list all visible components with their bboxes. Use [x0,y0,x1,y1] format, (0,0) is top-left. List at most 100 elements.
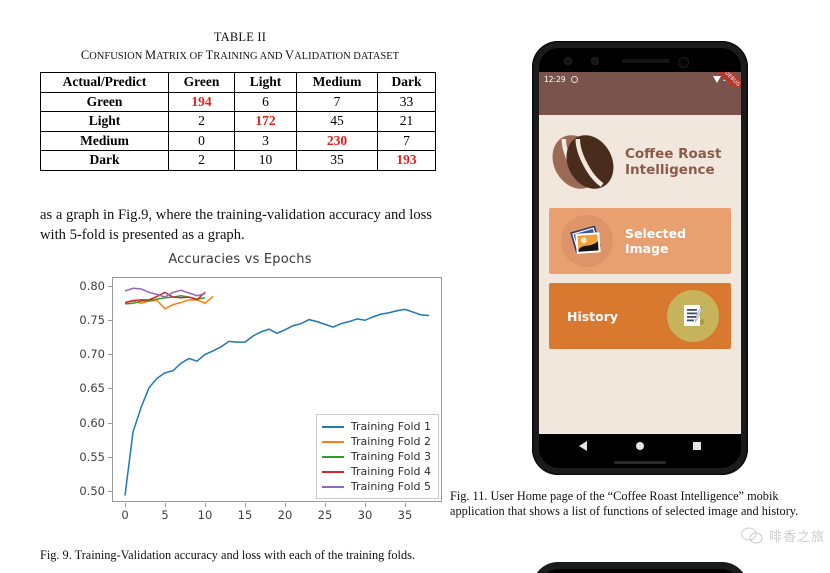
legend-item: Training Fold 2 [321,434,431,449]
watermark-text: 啡香之旅 [768,530,825,545]
table-cell: 7 [296,91,378,112]
table-number: TABLE II [213,30,267,44]
legend-label: Training Fold 2 [350,435,431,448]
wifi-icon [713,76,722,83]
legend-item: Training Fold 4 [321,464,431,479]
back-icon[interactable] [579,441,588,451]
phone-inner: 12:29 4 DEBUG [539,48,741,468]
table-header-cell: Medium [296,72,378,93]
right-column: 12:29 4 DEBUG [450,0,830,573]
chart-x-tick-mark [285,503,286,507]
table-cell: 2 [168,150,235,171]
legend-label: Training Fold 1 [350,420,431,433]
chart-x-tick-label: 30 [357,508,373,522]
selected-image-label: Selected Image [625,226,686,256]
figure-9-caption: Fig. 9. Training-Validation accuracy and… [40,548,415,562]
chart-y-tick-label: 0.55 [79,449,105,464]
front-camera-icon [679,57,688,67]
body-paragraph: as a graph in Fig.9, where the training-… [40,206,432,244]
table-caption: TABLE II CONFUSION MATRIX OF TRAINING AN… [40,30,440,63]
nav-buttons [539,434,741,458]
table-title-sc1: ONFUSION [89,51,145,62]
chart-x-tick-label: 5 [161,508,169,522]
chart-legend: Training Fold 1 Training Fold 2 Training F… [315,414,439,499]
table-cell: 21 [377,111,436,132]
table-cell: 0 [168,130,235,151]
figure-11-caption: Fig. 11. User Home page of the “Coffee R… [450,489,830,519]
second-phone-inner [539,569,741,573]
recents-icon[interactable] [692,442,701,450]
legend-color-swatch [321,455,344,458]
chart-x-tick-label: 0 [121,508,129,522]
proximity-sensor-icon [564,57,572,65]
table-cell: 7 [377,130,436,151]
legend-item: Training Fold 1 [321,419,431,434]
table-title: CONFUSION MATRIX OF TRAINING AND VALIDAT… [80,48,400,62]
app-title-line2: Intelligence [625,162,715,178]
chart-y-tick-label: 0.70 [79,347,105,362]
table-row: Medium 0 3 230 7 [40,130,436,151]
wechat-watermark: 啡香之旅 [741,526,825,545]
legend-item: Training Fold 5 [321,479,431,494]
history-card[interactable]: History [549,283,731,349]
table-row: Dark 2 10 35 193 [40,150,436,171]
phone-mockup: 12:29 4 DEBUG [532,41,748,475]
legend-label: Training Fold 3 [350,450,431,463]
earpiece-speaker [622,59,670,63]
table-row: Green 194 6 7 33 [40,91,436,112]
document-quill-icon [684,304,704,326]
chart-x-tick-mark [365,503,366,507]
phone-bottom-speaker [614,461,666,464]
table-row-label: Dark [40,150,169,171]
table-header-row: Actual/Predict Green Light Medium Dark [40,72,436,93]
left-column: TABLE II CONFUSION MATRIX OF TRAINING AN… [40,0,442,573]
table-header-cell: Actual/Predict [40,72,169,93]
chart-x-tick-label: 20 [277,508,293,522]
legend-label: Training Fold 5 [350,480,431,493]
chart-y-tick-label: 0.50 [79,483,105,498]
table-row-label: Light [40,111,169,132]
table-cell: 45 [296,111,378,132]
chart-x-tick-label: 25 [317,508,333,522]
history-icon-circle [667,290,719,342]
chart-x-tick-label: 35 [397,508,413,522]
table-row: Light 2 172 45 21 [40,111,436,132]
chart-x-tick-mark [405,503,406,507]
selected-image-card[interactable]: Selected Image [549,208,731,274]
phone-top-bezel [539,48,741,72]
table-cell-diagonal: 193 [377,150,436,171]
chart-x-tick-mark [125,503,126,507]
table-cell: 3 [234,130,297,151]
figure-11-caption-line1: Fig. 11. User Home page of the “Coffee R… [450,489,779,503]
table-header-cell: Dark [377,72,436,93]
table-row-label: Green [40,91,169,112]
light-sensor-icon [591,57,599,65]
chart-x-tick-mark [205,503,206,507]
selected-image-label-line1: Selected [625,226,687,241]
table-cell: 33 [377,91,436,112]
figure-11-caption-line2: application that shows a list of functio… [450,504,799,518]
chart-x-tick-mark [165,503,166,507]
status-bar: 12:29 4 DEBUG [539,72,741,87]
chart-x-tick-mark [325,503,326,507]
table-cell-diagonal: 194 [168,91,235,112]
alarm-icon [570,76,578,83]
table-header-cell: Green [168,72,235,93]
table-cell: 35 [296,150,378,171]
chart-y-tick-label: 0.60 [79,415,105,430]
chart-x-tick-label: 10 [197,508,213,522]
legend-item: Training Fold 3 [321,449,431,464]
table-header-cell: Light [234,72,297,93]
coffee-bean-logo-icon [552,135,614,189]
history-label: History [567,308,619,324]
legend-color-swatch [321,425,344,428]
table-cell: 2 [168,111,235,132]
gallery-icon-circle [561,215,613,267]
chart-plot-area: Training Fold 1 Training Fold 2 Training F… [112,277,442,502]
second-phone-mockup-partial [532,562,748,573]
android-navigation-bar [539,434,741,468]
table-row-label: Medium [40,130,169,151]
confusion-matrix-table: Actual/Predict Green Light Medium Dark Green 1… [40,72,436,171]
phone-screen: 12:29 4 DEBUG [539,72,741,434]
home-icon[interactable] [635,442,644,450]
